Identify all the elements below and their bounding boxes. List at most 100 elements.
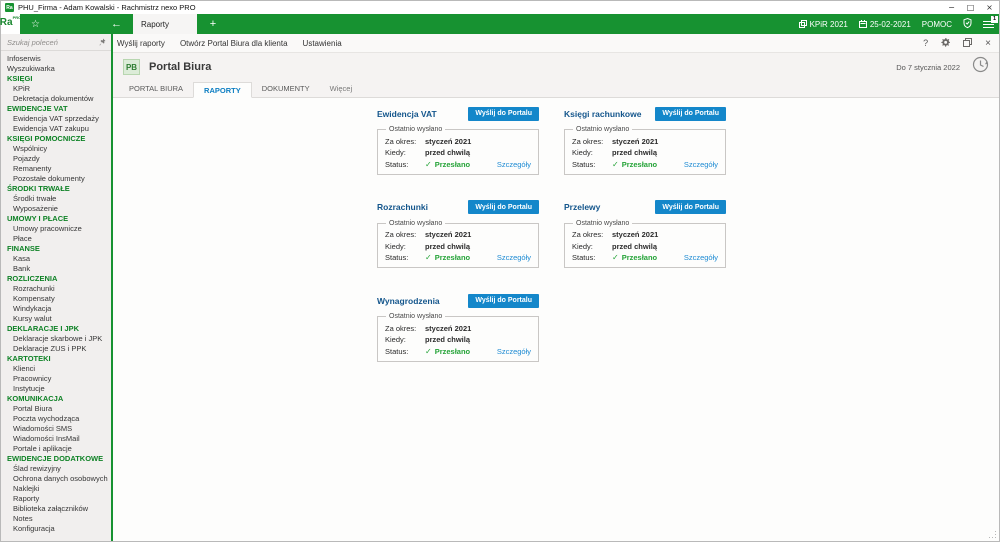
when-value: przed chwilą <box>425 335 470 344</box>
calendar-icon <box>859 20 867 28</box>
send-to-portal-button[interactable]: Wyślij do Portalu <box>468 294 539 308</box>
help-menu[interactable]: POMOC <box>922 20 952 29</box>
sidebar-item-infoserwis[interactable]: Infoserwis <box>1 54 111 64</box>
when-label: Kiedy: <box>572 148 612 157</box>
portal-biura-badge: PB <box>123 59 140 75</box>
command-search[interactable]: Szukaj poleceń <box>1 34 111 51</box>
tab-portal-biura[interactable]: PORTAL BIURA <box>119 81 193 97</box>
details-link[interactable]: Szczegóły <box>684 253 718 262</box>
sidebar-item-poczta-wychodzaca[interactable]: Poczta wychodząca <box>1 414 111 424</box>
toolbar: Wyślij raporty Otwórz Portal Biura dla k… <box>113 34 999 53</box>
send-to-portal-button[interactable]: Wyślij do Portalu <box>655 107 726 121</box>
page-title: Portal Biura <box>149 61 211 73</box>
sidebar-item-kpir[interactable]: KPiR <box>1 84 111 94</box>
sidebar-item-portal-biura[interactable]: Portal Biura <box>1 404 111 414</box>
send-reports-action[interactable]: Wyślij raporty <box>117 39 165 48</box>
period-value: styczeń 2021 <box>612 137 658 146</box>
sidebar-item-pozostale-dokumenty[interactable]: Pozostałe dokumenty <box>1 174 111 184</box>
pin-icon[interactable] <box>99 33 106 51</box>
new-tab-button[interactable]: + <box>199 14 227 34</box>
sidebar-item-portale-i-aplikacje[interactable]: Portale i aplikacje <box>1 444 111 454</box>
sidebar-item-kursy-walut[interactable]: Kursy walut <box>1 314 111 324</box>
sidebar-item-wyposazenie[interactable]: Wyposażenie <box>1 204 111 214</box>
close-pane-icon[interactable]: × <box>985 38 991 49</box>
period-selector[interactable]: KPiR 2021 <box>799 20 848 29</box>
sidebar-item-instytucje[interactable]: Instytucje <box>1 384 111 394</box>
sidebar-item-wspolnicy[interactable]: Wspólnicy <box>1 144 111 154</box>
help-icon[interactable]: ? <box>923 38 928 48</box>
history-clock-icon[interactable] <box>972 56 989 78</box>
report-card-przelewy: PrzelewyWyślij do PortaluOstatnio wysłan… <box>564 200 726 269</box>
settings-action[interactable]: Ustawienia <box>303 39 342 48</box>
sidebar-item-notes[interactable]: Notes <box>1 514 111 524</box>
sidebar-item-srodki-trwale[interactable]: Środki trwałe <box>1 194 111 204</box>
sidebar-item-raporty[interactable]: Raporty <box>1 494 111 504</box>
details-link[interactable]: Szczegóły <box>497 160 531 169</box>
sidebar-item-kasa[interactable]: Kasa <box>1 254 111 264</box>
sidebar-item-place[interactable]: Płace <box>1 234 111 244</box>
sidebar-item-pracownicy[interactable]: Pracownicy <box>1 374 111 384</box>
send-to-portal-button[interactable]: Wyślij do Portalu <box>655 200 726 214</box>
resize-grip[interactable] <box>988 530 996 538</box>
sidebar-item-konfiguracja[interactable]: Konfiguracja <box>1 524 111 534</box>
sidebar-item-wiadomosci-insmail[interactable]: Wiadomości InsMail <box>1 434 111 444</box>
cards-grid: Ewidencja VATWyślij do PortaluOstatnio w… <box>377 106 726 362</box>
window-title: PHU_Firma - Adam Kowalski - Rachmistrz n… <box>18 3 196 12</box>
sidebar-item-biblioteka-zalacznikow[interactable]: Biblioteka załączników <box>1 504 111 514</box>
date-selector[interactable]: 25-02-2021 <box>859 20 911 29</box>
details-link[interactable]: Szczegóły <box>497 253 531 262</box>
sidebar-section-ksiegi: KSIĘGI <box>1 74 111 84</box>
details-link[interactable]: Szczegóły <box>497 347 531 356</box>
sidebar-item-deklaracje-zus-i-ppk[interactable]: Deklaracje ZUS i PPK <box>1 344 111 354</box>
status-value: Przesłano <box>435 160 470 169</box>
sidebar-item-slad-rewizyjny[interactable]: Ślad rewizyjny <box>1 464 111 474</box>
application-window: Ra PHU_Firma - Adam Kowalski - Rachmistr… <box>0 0 1000 542</box>
sidebar-section-deklaracje-i-jpk: DEKLARACJE I JPK <box>1 324 111 334</box>
favorites-star-icon[interactable]: ☆ <box>31 14 40 34</box>
app-icon: Ra <box>5 3 14 12</box>
send-to-portal-button[interactable]: Wyślij do Portalu <box>468 107 539 121</box>
tab-dokumenty[interactable]: DOKUMENTY <box>252 81 320 97</box>
last-sent-fieldset: Ostatnio wysłanoZa okres:styczeń 2021Kie… <box>564 126 726 175</box>
back-arrow-icon[interactable]: ← <box>111 14 122 34</box>
restore-pane-icon[interactable] <box>963 38 972 49</box>
tab-strip: PORTAL BIURARAPORTYDOKUMENTYWięcej <box>113 81 999 98</box>
sidebar-item-ewidencja-vat-zakupu[interactable]: Ewidencja VAT zakupu <box>1 124 111 134</box>
status-value: Przesłano <box>622 253 657 262</box>
sidebar-item-remanenty[interactable]: Remanenty <box>1 164 111 174</box>
sidebar-item-rozrachunki[interactable]: Rozrachunki <box>1 284 111 294</box>
send-to-portal-button[interactable]: Wyślij do Portalu <box>468 200 539 214</box>
sidebar-item-deklaracje-skarbowe-i-jpk[interactable]: Deklaracje skarbowe i JPK <box>1 334 111 344</box>
sidebar-item-dekretacja-dokumentow[interactable]: Dekretacja dokumentów <box>1 94 111 104</box>
sidebar: Szukaj poleceń InfoserwisWyszukiwarkaKSI… <box>1 34 111 541</box>
shield-icon[interactable] <box>963 18 972 30</box>
sidebar-item-ewidencja-vat-sprzedazy[interactable]: Ewidencja VAT sprzedaży <box>1 114 111 124</box>
sidebar-item-windykacja[interactable]: Windykacja <box>1 304 111 314</box>
tab-wiecej[interactable]: Więcej <box>320 81 363 97</box>
sidebar-item-naklejki[interactable]: Naklejki <box>1 484 111 494</box>
sidebar-item-wyszukiwarka[interactable]: Wyszukiwarka <box>1 64 111 74</box>
period-value: styczeń 2021 <box>425 324 471 333</box>
details-link[interactable]: Szczegóły <box>684 160 718 169</box>
sidebar-item-bank[interactable]: Bank <box>1 264 111 274</box>
minimize-button[interactable]: − <box>942 1 961 14</box>
app-logo[interactable]: RaPRO <box>1 14 20 34</box>
tab-raporty[interactable]: RAPORTY <box>193 82 252 98</box>
module-tab-raporty[interactable]: Raporty <box>133 14 197 34</box>
status-label: Status: <box>385 347 425 356</box>
sidebar-item-ochrona-danych-osobowych[interactable]: Ochrona danych osobowych <box>1 474 111 484</box>
sidebar-item-wiadomosci-sms[interactable]: Wiadomości SMS <box>1 424 111 434</box>
sidebar-item-umowy-pracownicze[interactable]: Umowy pracownicze <box>1 224 111 234</box>
last-sent-legend: Ostatnio wysłano <box>386 126 445 133</box>
maximize-button[interactable]: □ <box>961 1 980 14</box>
license-deadline: Do 7 stycznia 2022 <box>896 63 960 72</box>
app-bar: RaPRO ☆ ← Raporty + KPiR 2021 25-02-2021… <box>1 14 999 34</box>
sidebar-item-klienci[interactable]: Klienci <box>1 364 111 374</box>
card-title: Wynagrodzenia <box>377 296 440 306</box>
open-portal-for-client-action[interactable]: Otwórz Portal Biura dla klienta <box>180 39 288 48</box>
close-window-button[interactable]: × <box>980 1 999 14</box>
main-menu-button[interactable]: 1 <box>983 20 994 29</box>
sidebar-item-kompensaty[interactable]: Kompensaty <box>1 294 111 304</box>
sidebar-item-pojazdy[interactable]: Pojazdy <box>1 154 111 164</box>
gear-icon[interactable] <box>941 38 950 49</box>
